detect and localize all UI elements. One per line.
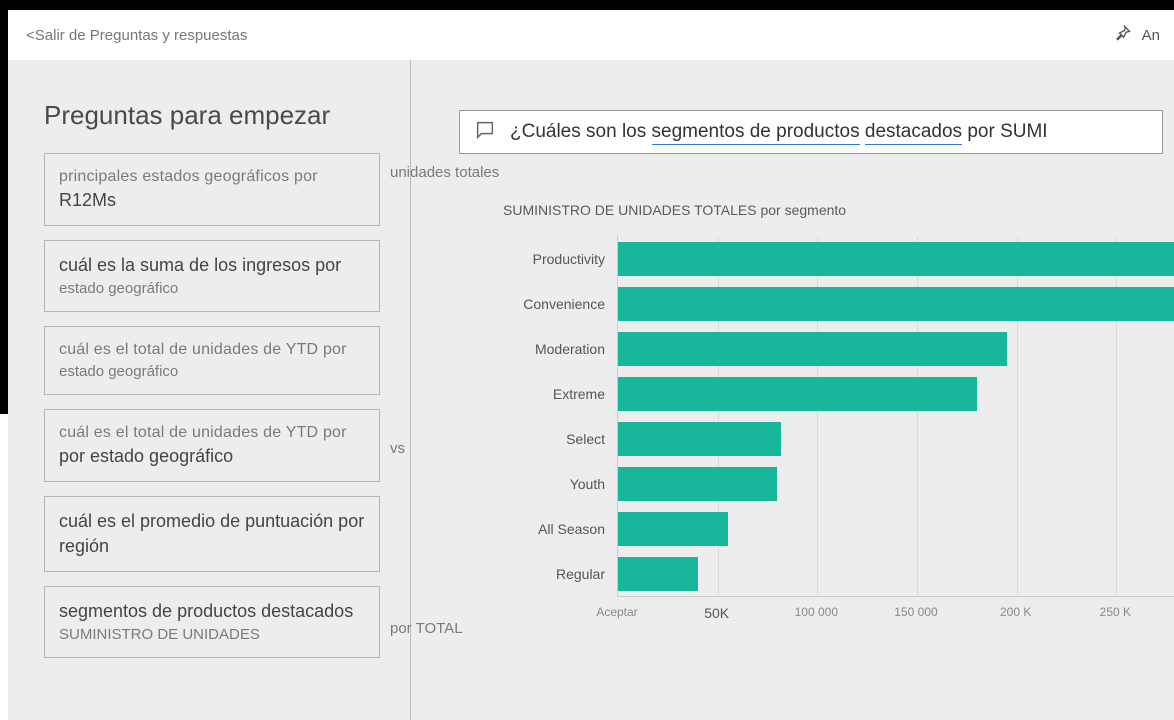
chart-container: SUMINISTRO DE UNIDADES TOTALES por segme… [503, 202, 1174, 636]
x-tick-label: Aceptar [596, 605, 637, 619]
x-tick-label: 250 K [1100, 605, 1131, 619]
x-tick-label: 200 K [1000, 605, 1031, 619]
chat-icon [474, 119, 496, 146]
card-text: segmentos de productos destacados [59, 601, 365, 622]
bar[interactable] [618, 242, 1174, 276]
suggestion-card[interactable]: principales estados geográficos por R12M… [44, 153, 380, 226]
card-text: cuál es el promedio de puntuación por [59, 511, 365, 532]
card-overflow-text: vs [390, 440, 405, 457]
suggestions-panel: Preguntas para empezar unidades totales … [8, 60, 411, 720]
y-tick-label: Convenience [495, 296, 605, 312]
bar[interactable] [618, 557, 698, 591]
y-tick-label: Moderation [495, 341, 605, 357]
suggestions-title: Preguntas para empezar [44, 100, 410, 131]
card-text: principales estados geográficos por [59, 168, 365, 186]
suggestion-card[interactable]: cuál es el total de unidades de YTD por … [44, 326, 380, 395]
card-text: región [59, 536, 365, 557]
card-text: cuál es la suma de los ingresos por [59, 255, 365, 276]
suggestion-card[interactable]: cuál es la suma de los ingresos por esta… [44, 240, 380, 312]
topbar: <Salir de Preguntas y respuestas An [8, 10, 1174, 60]
query-text: ¿Cuáles son los segmentos de productos d… [510, 121, 1048, 143]
y-tick-label: Youth [495, 476, 605, 492]
bar[interactable] [618, 332, 1007, 366]
bar[interactable] [618, 467, 777, 501]
x-tick-label: 150 000 [894, 605, 937, 619]
y-tick-label: Productivity [495, 251, 605, 267]
bar-chart: ProductivityConvenienceModerationExtreme… [503, 236, 1174, 636]
y-tick-label: All Season [495, 521, 605, 537]
main-panel: ¿Cuáles son los segmentos de productos d… [411, 60, 1174, 720]
bar[interactable] [618, 287, 1174, 321]
y-tick-label: Select [495, 431, 605, 447]
y-tick-label: Extreme [495, 386, 605, 402]
pin-icon [1112, 23, 1132, 47]
exit-qna-link[interactable]: <Salir de Preguntas y respuestas [26, 27, 247, 44]
suggestion-card[interactable]: cuál es el promedio de puntuación por re… [44, 496, 380, 572]
qna-query-input[interactable]: ¿Cuáles son los segmentos de productos d… [459, 110, 1163, 154]
card-text: SUMINISTRO DE UNIDADES [59, 626, 365, 643]
suggestion-card[interactable]: segmentos de productos destacados SUMINI… [44, 586, 380, 658]
pin-label: An [1142, 27, 1160, 44]
card-text: estado geográfico [59, 280, 365, 297]
suggestion-card[interactable]: cuál es el total de unidades de YTD por … [44, 409, 380, 482]
card-text: R12Ms [59, 190, 365, 211]
bar[interactable] [618, 377, 977, 411]
card-text: cuál es el total de unidades de YTD por [59, 341, 365, 359]
x-tick-label: 50K [704, 605, 729, 621]
pin-action[interactable]: An [1112, 23, 1160, 47]
card-text: estado geográfico [59, 363, 365, 380]
y-tick-label: Regular [495, 566, 605, 582]
bar[interactable] [618, 422, 781, 456]
bar[interactable] [618, 512, 728, 546]
chart-title: SUMINISTRO DE UNIDADES TOTALES por segme… [503, 202, 1174, 218]
x-tick-label: 100 000 [795, 605, 838, 619]
card-text: cuál es el total de unidades de YTD por [59, 424, 365, 442]
card-text: por estado geográfico [59, 446, 365, 467]
